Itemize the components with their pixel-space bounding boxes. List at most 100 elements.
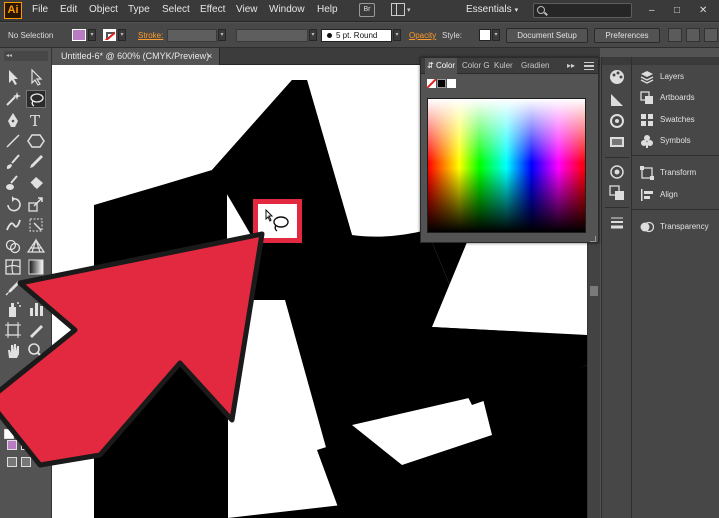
menu-select[interactable]: Select — [162, 4, 190, 15]
draw-behind-icon[interactable] — [21, 457, 31, 467]
help-search-input[interactable] — [533, 3, 632, 18]
menu-effect[interactable]: Effect — [200, 4, 225, 15]
menu-window[interactable]: Window — [269, 4, 305, 15]
slice-tool-icon[interactable] — [27, 321, 47, 339]
tab-gradient[interactable]: Gradien — [519, 58, 551, 74]
scrollbar-thumb[interactable] — [590, 286, 598, 296]
stroke-dropdown[interactable]: ▾ — [118, 29, 126, 41]
kuler-icon[interactable] — [609, 113, 625, 129]
panel-item-swatches[interactable]: Swatches — [632, 110, 719, 130]
panel-item-transform[interactable]: Transform — [632, 163, 719, 183]
tab-color[interactable]: ⇵ Color — [425, 58, 458, 74]
brush-dropdown[interactable]: ▾ — [393, 29, 401, 41]
toolbar-stroke-swatch[interactable] — [17, 403, 39, 425]
document-tab[interactable]: Untitled-6* @ 600% (CMYK/Preview) × — [52, 48, 220, 65]
opacity-label[interactable]: Opacity — [409, 31, 436, 40]
tools-grip[interactable]: ◂◂ — [4, 51, 48, 61]
menu-type[interactable]: Type — [128, 4, 150, 15]
panel-item-symbols[interactable]: Symbols — [632, 131, 719, 151]
style-dropdown[interactable]: ▾ — [492, 29, 500, 41]
artboard-tool-icon[interactable] — [4, 321, 24, 339]
appearance-icon[interactable] — [609, 164, 625, 180]
none-swatch[interactable] — [427, 79, 436, 88]
color-mode-icon[interactable] — [7, 440, 17, 450]
document-setup-button[interactable]: Document Setup — [506, 28, 588, 43]
menu-edit[interactable]: Edit — [60, 4, 77, 15]
symbol-sprayer-tool-icon[interactable] — [4, 300, 24, 318]
white-swatch[interactable] — [447, 79, 456, 88]
workspace-switcher[interactable]: Essentials ▾ — [466, 4, 518, 15]
line-segment-tool-icon[interactable] — [4, 132, 24, 150]
shape-builder-tool-icon[interactable] — [4, 237, 24, 255]
transform-icon[interactable] — [686, 28, 700, 42]
stroke-swatch[interactable] — [103, 29, 116, 41]
brush-definition-field[interactable]: 5 pt. Round — [321, 29, 392, 42]
bridge-button[interactable]: Br — [359, 3, 375, 17]
dock-grip[interactable] — [602, 57, 631, 65]
panel-menu-icon[interactable] — [584, 62, 594, 70]
resize-handle-icon[interactable] — [590, 236, 596, 242]
tab-kuler[interactable]: Kuler — [492, 58, 515, 74]
gradient-tool-icon[interactable] — [27, 258, 47, 276]
menu-file[interactable]: File — [32, 4, 48, 15]
close-tab-icon[interactable]: × — [207, 48, 212, 65]
gradient-panel-icon[interactable] — [609, 134, 625, 150]
panel-item-align[interactable]: Align — [632, 185, 719, 205]
color-guide-icon[interactable] — [609, 92, 625, 108]
maximize-button[interactable]: □ — [674, 5, 680, 16]
none-mode-icon[interactable] — [35, 440, 45, 450]
preferences-button[interactable]: Preferences — [594, 28, 660, 43]
selection-tool-icon[interactable] — [4, 68, 24, 86]
zoom-tool-icon[interactable] — [27, 342, 47, 360]
panel-menu-icon[interactable] — [704, 28, 718, 42]
stroke-weight-field[interactable] — [167, 29, 217, 42]
magic-wand-tool-icon[interactable] — [4, 90, 24, 108]
blob-brush-tool-icon[interactable] — [4, 174, 24, 192]
type-tool-icon[interactable]: T — [27, 111, 47, 129]
tab-color-guide[interactable]: Color G — [460, 58, 492, 74]
pen-tool-icon[interactable] — [4, 111, 24, 129]
rectangle-tool-icon[interactable] — [27, 132, 47, 150]
graphic-style-swatch[interactable] — [479, 29, 491, 41]
panel-overflow-icon[interactable]: ▸▸ — [567, 58, 575, 74]
stroke-weight-dropdown[interactable]: ▾ — [218, 29, 226, 41]
eraser-tool-icon[interactable] — [27, 174, 47, 192]
fill-dropdown[interactable]: ▾ — [88, 29, 96, 41]
hand-tool-icon[interactable] — [4, 342, 24, 360]
default-colors-icon[interactable] — [4, 429, 14, 439]
scale-tool-icon[interactable] — [27, 195, 47, 213]
perspective-grid-tool-icon[interactable] — [27, 237, 47, 255]
column-graph-tool-icon[interactable] — [27, 300, 47, 318]
menu-view[interactable]: View — [236, 4, 258, 15]
panel-item-artboards[interactable]: Artboards — [632, 88, 719, 108]
paintbrush-tool-icon[interactable] — [4, 153, 24, 171]
panel-item-layers[interactable]: Layers — [632, 67, 719, 87]
align-icon[interactable] — [668, 28, 682, 42]
color-panel-icon[interactable] — [609, 69, 625, 85]
menu-object[interactable]: Object — [89, 4, 118, 15]
direct-selection-tool-icon[interactable] — [27, 68, 47, 86]
draw-normal-icon[interactable] — [7, 457, 17, 467]
mesh-tool-icon[interactable] — [4, 258, 24, 276]
warp-tool-icon[interactable] — [4, 216, 24, 234]
fill-swatch[interactable] — [72, 29, 86, 41]
minimize-button[interactable]: – — [649, 5, 655, 16]
menu-help[interactable]: Help — [317, 4, 338, 15]
panel-item-transparency[interactable]: Transparency — [632, 217, 719, 237]
eyedropper-tool-icon[interactable] — [4, 279, 24, 297]
arrange-documents-button[interactable]: ▾ — [391, 3, 415, 17]
gradient-mode-icon[interactable] — [21, 440, 31, 450]
color-spectrum[interactable] — [427, 98, 586, 233]
blend-tool-icon[interactable] — [27, 279, 47, 297]
rotate-tool-icon[interactable] — [4, 195, 24, 213]
close-window-button[interactable]: ✕ — [699, 5, 707, 16]
graphic-styles-icon[interactable] — [609, 185, 625, 201]
black-swatch[interactable] — [437, 79, 446, 88]
free-transform-tool-icon[interactable] — [27, 216, 47, 234]
variable-width-dropdown[interactable]: ▾ — [309, 29, 317, 41]
stroke-label[interactable]: Stroke: — [138, 31, 163, 40]
panel-list-grip[interactable] — [632, 57, 719, 65]
pencil-tool-icon[interactable] — [27, 153, 47, 171]
lasso-tool-icon[interactable] — [26, 90, 46, 108]
stroke-panel-icon[interactable] — [609, 214, 625, 230]
